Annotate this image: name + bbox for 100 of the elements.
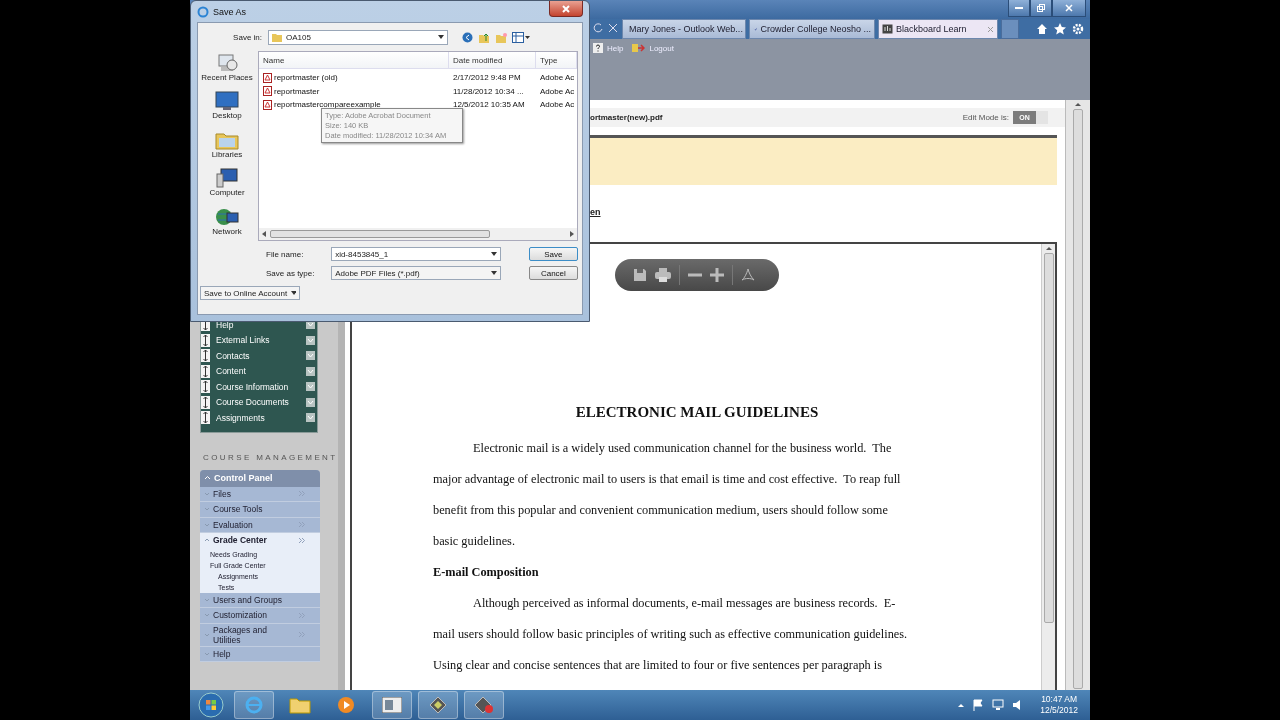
- place-item[interactable]: Recent Places: [201, 53, 253, 88]
- file-type: Adobe Ac: [540, 100, 575, 110]
- online-account-dropdown[interactable]: Save to Online Account: [200, 286, 300, 300]
- dropdown-arrow-icon: [291, 291, 296, 295]
- drag-handle-icon[interactable]: [201, 411, 210, 425]
- place-item[interactable]: Network: [212, 206, 242, 242]
- column-header[interactable]: Name: [259, 52, 449, 68]
- menu-options-icon[interactable]: [306, 413, 315, 423]
- taskbar-app[interactable]: [372, 691, 412, 719]
- menu-link[interactable]: Help: [216, 319, 300, 330]
- browser-tab[interactable]: Crowder College Neosho ...: [749, 19, 875, 39]
- caret-up-icon: [204, 537, 210, 544]
- scroll-thumb[interactable]: [270, 230, 490, 238]
- folder-icon: [289, 696, 311, 714]
- restore-icon: [1037, 4, 1045, 12]
- print-icon[interactable]: [655, 268, 671, 282]
- drag-handle-icon[interactable]: [201, 364, 210, 378]
- document-text: Using clear and concise sentences that are limited to four or five sentences per paragraph is: [433, 657, 883, 674]
- edit-mode-label: Edit Mode is:: [962, 113, 1009, 122]
- diamond-icon: [429, 696, 447, 714]
- board-icon: [882, 24, 893, 34]
- save-icon[interactable]: [633, 268, 647, 282]
- panel-item[interactable]: Grade Center: [200, 533, 320, 549]
- menu-link[interactable]: Course Information: [216, 381, 300, 392]
- minimize-button[interactable]: [1008, 0, 1030, 17]
- close-button[interactable]: [1052, 0, 1086, 17]
- browser-tab[interactable]: Mary Jones - Outlook Web...: [622, 19, 746, 39]
- cancel-button[interactable]: Cancel: [528, 266, 578, 280]
- question-icon: [593, 43, 603, 53]
- scroll-up-icon[interactable]: [1045, 246, 1052, 250]
- place-item[interactable]: Desktop: [212, 91, 242, 126]
- document-text: mail users should follow basic principles of writing such as effective communication guidelines.: [433, 626, 909, 643]
- diamond-record-icon: [474, 696, 494, 714]
- globe-monitor-icon: [215, 206, 239, 227]
- file-row[interactable]: reportmaster 11/28/2012 10:34 ... Adobe Ac: [259, 84, 577, 98]
- caret-down-icon: [204, 631, 210, 638]
- scroll-up-icon[interactable]: [1075, 102, 1081, 106]
- view-menu-icon[interactable]: [512, 31, 530, 43]
- clock[interactable]: 10:47 AM 12/5/2012: [1032, 694, 1086, 716]
- drag-handle-icon[interactable]: [201, 333, 210, 347]
- menu-link[interactable]: Content: [216, 366, 300, 377]
- double-chevron-icon: [298, 631, 305, 638]
- menu-options-icon[interactable]: [306, 366, 315, 376]
- menu-link[interactable]: Assignments: [216, 412, 300, 423]
- dialog-title: Save As: [213, 6, 247, 17]
- place-item[interactable]: Libraries: [211, 129, 243, 165]
- home-icon[interactable]: [1036, 23, 1048, 35]
- panel-item[interactable]: Packages and Utilities: [200, 623, 320, 647]
- field-label: Save as type:: [266, 268, 316, 278]
- menu-options-icon[interactable]: [306, 382, 315, 392]
- caret-down-icon: [204, 521, 210, 528]
- file-type-dropdown[interactable]: Adobe PDF Files (*.pdf): [331, 266, 501, 280]
- menu-options-icon[interactable]: [306, 351, 315, 361]
- close-button[interactable]: [549, 1, 583, 17]
- save-button[interactable]: Save: [528, 247, 578, 261]
- file-row[interactable]: reportmaster (old) 2/17/2012 9:48 PM Adobe Ac: [259, 71, 577, 85]
- scroll-left-icon[interactable]: [262, 231, 266, 237]
- column-header[interactable]: Date modified: [449, 52, 536, 68]
- scroll-thumb[interactable]: [1043, 253, 1054, 623]
- place-item[interactable]: Computer: [209, 168, 245, 203]
- drag-handle-icon[interactable]: [201, 380, 210, 394]
- up-folder-icon[interactable]: [478, 31, 490, 43]
- settings-icon[interactable]: [1072, 23, 1084, 35]
- taskbar-app[interactable]: [418, 691, 458, 719]
- caret-down-icon: [204, 612, 210, 619]
- breadcrumb: ortmaster(new).pdf: [590, 113, 663, 122]
- drag-handle-icon[interactable]: [201, 349, 210, 363]
- double-chevron-icon: [298, 490, 305, 498]
- browser-tab[interactable]: Blackboard Learn: [878, 19, 998, 39]
- network-icon[interactable]: [992, 699, 1005, 711]
- caret-down-icon: [204, 596, 210, 603]
- menu-link[interactable]: Contacts: [216, 350, 300, 361]
- menu-link[interactable]: External Links: [216, 335, 300, 346]
- back-icon[interactable]: [462, 31, 473, 43]
- file-name-field[interactable]: xid-8453845_1: [331, 247, 501, 261]
- close-icon: [1065, 4, 1073, 12]
- column-header[interactable]: Type: [536, 52, 577, 68]
- zoom-in-icon[interactable]: [710, 268, 724, 282]
- document-heading: E-mail Composition: [433, 564, 540, 581]
- menu-link[interactable]: Course Documents: [216, 397, 300, 408]
- close-icon: [562, 4, 570, 13]
- underlined-link[interactable]: en: [590, 207, 601, 217]
- scroll-thumb[interactable]: [1073, 109, 1083, 689]
- folder-dropdown[interactable]: OA105: [268, 29, 448, 45]
- panel-item[interactable]: Customization: [200, 608, 320, 624]
- file-row[interactable]: reportmastercompareexample 12/5/2012 10:35 AM Adobe Ac: [259, 98, 577, 112]
- panel-item[interactable]: Course Tools: [200, 502, 320, 518]
- menu-options-icon[interactable]: [306, 335, 315, 345]
- file-name: reportmaster: [274, 86, 320, 96]
- restore-button[interactable]: [1030, 0, 1052, 17]
- scroll-right-icon[interactable]: [570, 231, 574, 237]
- taskbar-app[interactable]: [464, 691, 504, 719]
- flag-icon[interactable]: [972, 699, 985, 711]
- menu-options-icon[interactable]: [306, 397, 315, 407]
- caret-up-icon[interactable]: [958, 703, 965, 707]
- dropdown-arrow-icon: [490, 271, 497, 275]
- drag-handle-icon[interactable]: [201, 395, 210, 409]
- acrobat-logo-icon[interactable]: [741, 268, 755, 282]
- star-icon[interactable]: [1054, 23, 1066, 35]
- document-text: major advantage of electronic mail to users is that email is time and cost effective. To reap full: [433, 471, 902, 488]
